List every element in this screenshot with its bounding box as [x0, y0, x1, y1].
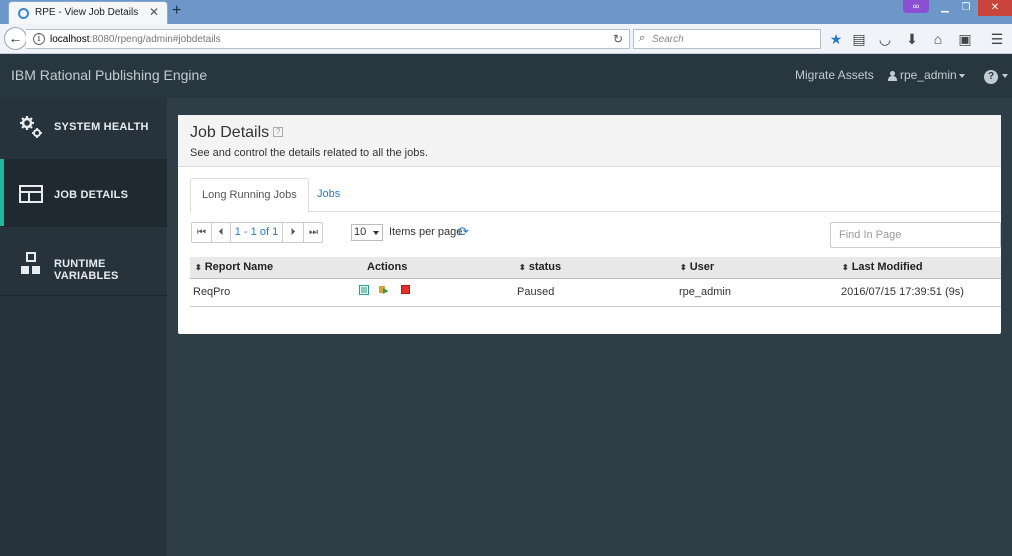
- previous-page-button[interactable]: ⏴: [212, 223, 231, 242]
- column-header-user[interactable]: ⬍ User: [680, 261, 714, 273]
- reading-list-icon[interactable]: ▤: [851, 31, 867, 47]
- job-details-panel: Job Details? See and control the details…: [178, 115, 1001, 334]
- url-text: localhost:8080/rpeng/admin#jobdetails: [50, 34, 221, 45]
- url-path: :8080/rpeng/admin#jobdetails: [89, 34, 221, 45]
- last-page-button[interactable]: ⏭: [304, 223, 323, 242]
- cell-user: rpe_admin: [679, 286, 731, 298]
- panel-header: Job Details? See and control the details…: [178, 115, 1001, 167]
- table-header-row: ⬍ Report Name Actions ⬍ status ⬍ User ⬍ Last…: [190, 257, 1001, 279]
- sidebar-item-job-details[interactable]: JOB DETAILS: [0, 159, 167, 227]
- bookmark-star-icon[interactable]: ★: [828, 31, 844, 47]
- refresh-icon[interactable]: ⟳: [458, 224, 469, 240]
- chevron-down-icon: [958, 73, 965, 78]
- search-placeholder: Search: [652, 34, 684, 45]
- pocket-icon[interactable]: ◡: [877, 31, 893, 47]
- sidebar-item-label: RUNTIME VARIABLES: [54, 258, 119, 282]
- items-per-page-value: 10: [354, 226, 367, 238]
- sidebar-item-label: JOB DETAILS: [54, 189, 129, 201]
- info-icon[interactable]: i: [33, 33, 45, 45]
- column-header-label: status: [528, 261, 562, 273]
- column-header-label: Last Modified: [851, 261, 923, 273]
- menu-icon[interactable]: ☰: [989, 31, 1005, 47]
- column-header-label: Report Name: [204, 261, 274, 273]
- new-tab-button[interactable]: +: [172, 3, 181, 19]
- favicon-icon: [18, 8, 29, 19]
- user-icon: [888, 71, 897, 81]
- sort-icon: ⬍: [519, 263, 526, 272]
- jobs-table: ⬍ Report Name Actions ⬍ status ⬍ User ⬍ Last…: [190, 257, 1001, 307]
- column-header-report-name[interactable]: ⬍ Report Name: [195, 261, 273, 273]
- sort-icon: ⬍: [680, 263, 687, 272]
- migrate-assets-link[interactable]: Migrate Assets: [795, 68, 874, 82]
- items-per-page-label: Items per page: [389, 226, 463, 238]
- page-title: Job Details?: [190, 124, 284, 142]
- restore-window-button[interactable]: ❐: [955, 0, 977, 16]
- tab-jobs[interactable]: Jobs: [306, 178, 351, 212]
- resume-job-icon[interactable]: [379, 285, 389, 295]
- user-menu[interactable]: rpe_admin: [888, 68, 965, 82]
- main-content: Job Details? See and control the details…: [167, 98, 1012, 556]
- help-menu[interactable]: ?: [984, 68, 1008, 84]
- address-bar[interactable]: i localhost:8080/rpeng/admin#jobdetails …: [26, 29, 630, 49]
- tab-bar: Long Running Jobs Jobs: [190, 178, 1001, 213]
- chevron-down-icon: [373, 231, 379, 235]
- minimize-window-button[interactable]: ▁: [934, 0, 956, 16]
- sort-icon: ⬍: [195, 263, 202, 272]
- page-subtitle: See and control the details related to a…: [190, 147, 428, 159]
- chevron-down-icon: [1002, 73, 1008, 78]
- back-button[interactable]: ←: [4, 27, 27, 50]
- user-name: rpe_admin: [900, 68, 957, 82]
- page-info: 1 - 1 of 1: [231, 223, 283, 242]
- sidebar-item-system-health[interactable]: SYSTEM HEALTH: [0, 98, 167, 166]
- browser-tab[interactable]: RPE - View Job Details ✕: [8, 1, 168, 24]
- blocks-icon: [21, 252, 40, 274]
- items-per-page-select[interactable]: 10: [351, 224, 383, 241]
- view-log-icon[interactable]: [359, 285, 369, 295]
- browser-nav-bar: ← i localhost:8080/rpeng/admin#jobdetail…: [0, 24, 1012, 54]
- find-in-page-input[interactable]: [830, 222, 1001, 248]
- sidebar: SYSTEM HEALTH JOB DETAILS RUNTIME VARIAB…: [0, 98, 167, 556]
- table-row: ReqPro Paused rpe_admin 2016/07/15 17:39…: [190, 279, 1001, 307]
- help-icon[interactable]: ?: [273, 127, 284, 137]
- search-icon: ⌕: [639, 32, 646, 44]
- column-header-label: User: [689, 261, 715, 273]
- private-browsing-icon: ∞: [903, 0, 929, 13]
- first-page-button[interactable]: ⏮: [192, 223, 212, 242]
- sidebar-item-runtime-variables[interactable]: RUNTIME VARIABLES: [0, 228, 167, 296]
- page-title-text: Job Details: [190, 124, 270, 141]
- sidebar-item-label: SYSTEM HEALTH: [54, 121, 149, 133]
- column-header-status[interactable]: ⬍ status: [519, 261, 561, 273]
- table-layout-icon: [19, 185, 43, 203]
- url-host: localhost: [50, 34, 90, 45]
- sort-icon: ⬍: [842, 263, 849, 272]
- close-tab-icon[interactable]: ✕: [149, 5, 159, 19]
- browser-search-input[interactable]: ⌕ Search: [633, 29, 821, 49]
- cell-report-name: ReqPro: [193, 286, 231, 298]
- app-header: IBM Rational Publishing Engine Migrate A…: [0, 54, 1012, 98]
- browser-tab-title: RPE - View Job Details: [35, 7, 139, 18]
- downloads-icon[interactable]: ⬇: [904, 31, 920, 47]
- extension-icon[interactable]: ▣: [957, 31, 973, 47]
- app-title: IBM Rational Publishing Engine: [11, 67, 208, 83]
- reload-icon[interactable]: ↻: [613, 32, 623, 46]
- cell-status: Paused: [517, 286, 555, 298]
- browser-tab-strip: RPE - View Job Details ✕ + ∞ ▁ ❐ ✕: [0, 0, 1012, 24]
- tab-long-running-jobs[interactable]: Long Running Jobs: [190, 178, 309, 213]
- cell-last-modified: 2016/07/15 17:39:51 (9s): [841, 286, 964, 298]
- column-header-actions: Actions: [367, 261, 408, 273]
- pagination: ⏮ ⏴ 1 - 1 of 1 ⏵ ⏭: [191, 222, 323, 243]
- home-icon[interactable]: ⌂: [930, 31, 946, 47]
- close-window-button[interactable]: ✕: [978, 0, 1012, 16]
- next-page-button[interactable]: ⏵: [283, 223, 304, 242]
- gears-icon: [20, 116, 42, 138]
- stop-job-icon[interactable]: [401, 285, 411, 295]
- help-icon: ?: [984, 70, 998, 84]
- column-header-last-modified[interactable]: ⬍ Last Modified: [842, 261, 923, 273]
